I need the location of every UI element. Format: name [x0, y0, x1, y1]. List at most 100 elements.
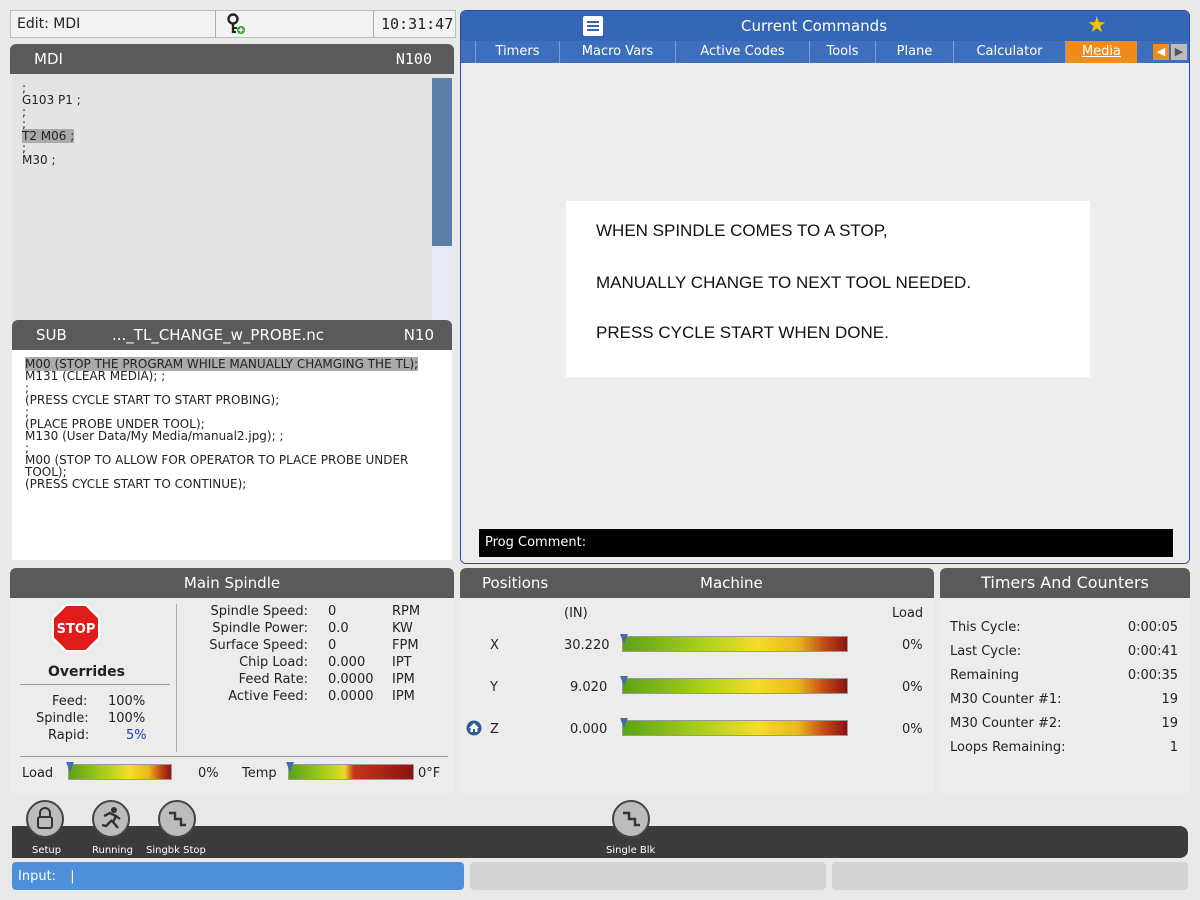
stop-sign-icon: STOP	[52, 604, 100, 652]
tab-bar: Timers Macro Vars Active Codes Tools Pla…	[461, 41, 1189, 63]
spindle-load-value: 0%	[198, 766, 219, 781]
mdi-header: MDI N100	[10, 44, 454, 74]
spindle-speed-label: Spindle Speed:	[210, 604, 308, 619]
active-feed-value: 0.0000	[328, 689, 374, 704]
input-field[interactable]: Input: |	[12, 862, 464, 890]
media-text-line: MANUALLY CHANGE TO NEXT TOOL NEEDED.	[596, 273, 972, 292]
setup-button[interactable]	[26, 800, 64, 838]
status-message-area	[832, 862, 1188, 890]
sub-block-number: N10	[403, 326, 434, 344]
code-line: G103 P1 ;	[22, 93, 81, 107]
surface-speed-unit: FPM	[392, 638, 419, 653]
sub-file-name: ..._TL_CHANGE_w_PROBE.nc	[112, 326, 324, 344]
running-button[interactable]	[92, 800, 130, 838]
scrollbar-thumb[interactable]	[432, 78, 452, 246]
chevron-left-icon[interactable]: ◀	[1153, 44, 1169, 60]
input-label: Input:	[18, 869, 57, 884]
load-marker	[620, 718, 628, 728]
rapid-override-label: Rapid:	[48, 728, 90, 743]
key-icon	[227, 13, 245, 34]
axis-y-label: Y	[490, 680, 498, 695]
positions-title: Positions	[482, 574, 549, 592]
singbk-stop-button[interactable]	[158, 800, 196, 838]
axis-x-load: 0%	[902, 638, 923, 653]
tab-plane[interactable]: Plane	[875, 41, 953, 63]
singbk-stop-label: Singbk Stop	[146, 845, 206, 856]
mdi-scrollbar[interactable]	[432, 78, 452, 322]
positions-header: Positions Machine	[460, 568, 934, 598]
m30-counter-2-label: M30 Counter #2:	[950, 716, 1062, 731]
tab-active-codes[interactable]: Active Codes	[675, 41, 809, 63]
input-value: |	[70, 869, 75, 884]
sub-code: M00 (STOP THE PROGRAM WHILE MANUALLY CHA…	[25, 357, 435, 491]
divider	[20, 756, 448, 757]
prog-comment-bar: Prog Comment:	[479, 529, 1173, 557]
chip-load-value: 0.000	[328, 655, 366, 670]
timers-panel: This Cycle: 0:00:05 Last Cycle: 0:00:41 …	[940, 598, 1190, 794]
current-commands-panel: Current Commands ★ Timers Macro Vars Act…	[460, 10, 1190, 564]
divider	[215, 11, 216, 37]
surface-speed-value: 0	[328, 638, 337, 653]
media-text-line: WHEN SPINDLE COMES TO A STOP,	[596, 221, 888, 240]
tab-scroll-arrows: ◀ ▶	[1149, 41, 1189, 63]
divider	[176, 604, 177, 752]
spindle-power-label: Spindle Power:	[212, 621, 308, 636]
code-line: M130 (User Data/My Media/manual2.jpg); ;	[25, 429, 284, 443]
mdi-title: MDI	[34, 50, 63, 68]
menu-icon[interactable]	[583, 16, 603, 36]
loops-remaining-label: Loops Remaining:	[950, 740, 1066, 755]
positions-mode[interactable]: Machine	[700, 574, 763, 592]
axis-x-value: 30.220	[564, 638, 610, 653]
main-spindle-panel: STOP Overrides Feed: 100% Spindle: 100% …	[10, 598, 454, 794]
axis-x-label: X	[490, 638, 499, 653]
stop-label: STOP	[57, 622, 96, 637]
code-line: M131 (CLEAR MEDIA); ;	[25, 369, 166, 383]
code-line-current: T2 M06 ;	[22, 129, 81, 143]
single-blk-button[interactable]	[612, 800, 650, 838]
media-image: WHEN SPINDLE COMES TO A STOP, MANUALLY C…	[566, 201, 1090, 377]
divider	[20, 684, 170, 685]
spindle-speed-value: 0	[328, 604, 337, 619]
m30-counter-1-value: 19	[1161, 692, 1178, 707]
tab-macro-vars[interactable]: Macro Vars	[559, 41, 675, 63]
last-cycle-value: 0:00:41	[1127, 644, 1178, 659]
lock-icon	[37, 807, 53, 829]
current-commands-title: Current Commands	[741, 17, 888, 35]
m30-counter-2-value: 19	[1161, 716, 1178, 731]
this-cycle-value: 0:00:05	[1127, 620, 1178, 635]
spindle-temp-label: Temp	[242, 766, 277, 781]
code-line: M30 ;	[22, 153, 56, 167]
axis-y-load-bar	[622, 678, 848, 694]
status-message-area	[470, 862, 826, 890]
temp-marker	[286, 762, 294, 772]
loops-remaining-value: 1	[1169, 740, 1178, 755]
tab-timers[interactable]: Timers	[475, 41, 559, 63]
feed-rate-unit: IPM	[392, 672, 415, 687]
chevron-right-icon[interactable]: ▶	[1171, 44, 1187, 60]
load-header: Load	[892, 606, 924, 621]
spindle-override-value: 100%	[108, 711, 146, 726]
current-commands-header: Current Commands ★	[461, 11, 1189, 41]
code-line: (PRESS CYCLE START TO START PROBING);	[25, 393, 280, 407]
axis-z-value: 0.000	[570, 722, 608, 737]
timers-header: Timers And Counters	[940, 568, 1190, 598]
overrides-title: Overrides	[48, 664, 125, 680]
mode-label: Edit: MDI	[17, 16, 81, 32]
active-feed-label: Active Feed:	[228, 689, 308, 704]
setup-label: Setup	[32, 845, 62, 856]
sub-program-view[interactable]: M00 (STOP THE PROGRAM WHILE MANUALLY CHA…	[12, 350, 452, 560]
code-line: M00 (STOP TO ALLOW FOR OPERATOR TO PLACE…	[25, 453, 409, 479]
spindle-load-bar	[68, 764, 172, 780]
units-label: (IN)	[564, 606, 588, 621]
axis-z-load-bar	[622, 720, 848, 736]
status-bar: Edit: MDI 10:31:47	[10, 10, 456, 38]
load-marker	[66, 762, 74, 772]
code-line: (PRESS CYCLE START TO CONTINUE);	[25, 477, 247, 491]
spindle-load-label: Load	[22, 766, 54, 781]
tab-media[interactable]: Media	[1065, 41, 1137, 63]
tab-tools[interactable]: Tools	[809, 41, 875, 63]
tab-calculator[interactable]: Calculator	[953, 41, 1065, 63]
running-man-icon	[101, 807, 121, 829]
mdi-editor[interactable]: ; G103 P1 ; ; ; T2 M06 ; ; M30 ;	[12, 74, 452, 322]
star-icon[interactable]: ★	[1087, 13, 1107, 38]
